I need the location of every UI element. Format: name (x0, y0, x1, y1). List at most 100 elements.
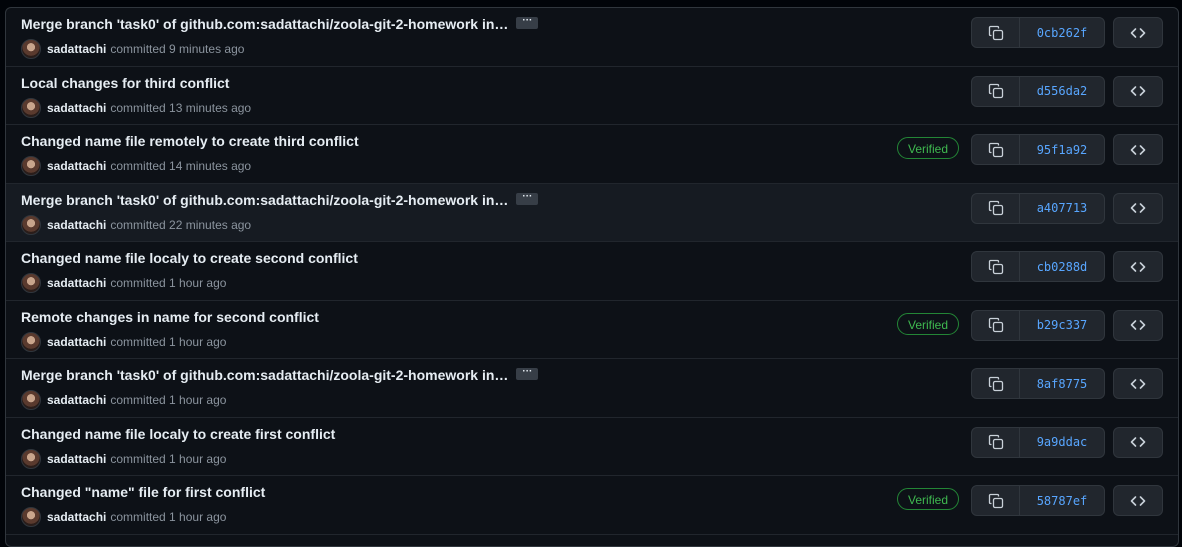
copy-sha-button[interactable] (972, 252, 1020, 281)
copy-icon (988, 200, 1004, 216)
copy-icon (988, 259, 1004, 275)
sha-button-group: cb0288d (971, 251, 1105, 282)
copy-sha-button[interactable] (972, 18, 1020, 47)
commit-title[interactable]: Changed "name" file for first conflict (21, 484, 265, 500)
commit-author[interactable]: sadattachi (47, 218, 106, 232)
copy-sha-button[interactable] (972, 76, 1020, 106)
browse-repo-button[interactable] (1113, 368, 1163, 399)
commit-author[interactable]: sadattachi (47, 452, 106, 466)
commit-row: Local changes for third conflict sadatta… (6, 67, 1178, 125)
copy-sha-button[interactable] (972, 369, 1020, 398)
commit-sha-link[interactable]: 95f1a92 (1020, 135, 1104, 164)
commit-meta: sadattachi committed 14 minutes ago (21, 156, 251, 176)
code-icon (1130, 317, 1146, 333)
commit-author[interactable]: sadattachi (47, 510, 106, 524)
expand-message-button[interactable]: ··· (516, 16, 539, 30)
commit-title-text[interactable]: Merge branch 'task0' of github.com:sadat… (21, 16, 508, 32)
commit-sha-link[interactable]: cb0288d (1020, 252, 1104, 281)
copy-sha-button[interactable] (972, 193, 1020, 223)
copy-sha-button[interactable] (972, 486, 1020, 515)
commit-row: Merge branch 'task0' of github.com:sadat… (6, 359, 1178, 418)
commit-title[interactable]: Merge branch 'task0' of github.com:sadat… (21, 16, 539, 32)
copy-sha-button[interactable] (972, 427, 1020, 457)
commit-meta: sadattachi committed 1 hour ago (21, 448, 226, 469)
browse-repo-button[interactable] (1113, 192, 1163, 224)
sha-button-group: d556da2 (971, 75, 1105, 107)
expand-message-button[interactable]: ··· (516, 367, 539, 381)
commit-title[interactable]: Merge branch 'task0' of github.com:sadat… (21, 191, 539, 208)
commit-sha-link[interactable]: 58787ef (1020, 486, 1104, 515)
commit-title-text[interactable]: Changed name file localy to create first… (21, 426, 335, 442)
commit-author[interactable]: sadattachi (47, 276, 106, 290)
code-icon (1130, 25, 1146, 41)
commit-meta: sadattachi committed 1 hour ago (21, 507, 226, 527)
avatar[interactable] (21, 39, 41, 59)
commit-title-text[interactable]: Merge branch 'task0' of github.com:sadat… (21, 367, 508, 383)
commit-sha-link[interactable]: d556da2 (1020, 77, 1104, 106)
commit-title-text[interactable]: Changed "name" file for first conflict (21, 484, 265, 500)
commit-list: Merge branch 'task0' of github.com:sadat… (5, 7, 1179, 547)
commit-title-text[interactable]: Changed name file localy to create secon… (21, 250, 358, 266)
copy-icon (988, 83, 1004, 99)
code-icon (1130, 142, 1146, 158)
commit-title-text[interactable]: Local changes for third conflict (21, 75, 229, 91)
verified-badge[interactable]: Verified (897, 488, 960, 510)
commit-time: committed 1 hour ago (110, 393, 227, 407)
commit-row: Merge branch 'task0' of github.com:sadat… (6, 183, 1178, 242)
code-icon (1130, 376, 1146, 392)
commit-author[interactable]: sadattachi (47, 101, 106, 115)
expand-message-button[interactable]: ··· (516, 191, 539, 205)
sha-button-group: b29c337 (971, 309, 1105, 341)
commit-title[interactable]: Changed name file remotely to create thi… (21, 133, 359, 149)
avatar[interactable] (21, 448, 41, 469)
browse-repo-button[interactable] (1113, 485, 1163, 516)
copy-sha-button[interactable] (972, 310, 1020, 340)
commit-author[interactable]: sadattachi (47, 159, 106, 173)
commit-title[interactable]: Changed name file localy to create secon… (21, 250, 358, 266)
commit-title-text[interactable]: Merge branch 'task0' of github.com:sadat… (21, 192, 508, 208)
browse-repo-button[interactable] (1113, 75, 1163, 107)
commit-meta: sadattachi committed 1 hour ago (21, 331, 226, 352)
commit-sha-link[interactable]: b29c337 (1020, 311, 1104, 340)
commit-author[interactable]: sadattachi (47, 335, 106, 349)
commit-meta: sadattachi committed 1 hour ago (21, 390, 226, 410)
copy-icon (988, 376, 1004, 392)
copy-sha-button[interactable] (972, 135, 1020, 164)
verified-badge[interactable]: Verified (897, 312, 960, 335)
verified-badge[interactable]: Verified (897, 137, 960, 159)
browse-repo-button[interactable] (1113, 309, 1163, 341)
commit-row: Changed name file localy to create secon… (6, 242, 1178, 301)
avatar[interactable] (21, 273, 41, 293)
commit-title[interactable]: Remote changes in name for second confli… (21, 309, 319, 325)
browse-repo-button[interactable] (1113, 251, 1163, 282)
code-icon (1130, 259, 1146, 275)
commit-title-text[interactable]: Changed name file remotely to create thi… (21, 133, 359, 149)
avatar[interactable] (21, 507, 41, 527)
commit-meta: sadattachi committed 13 minutes ago (21, 97, 251, 118)
browse-repo-button[interactable] (1113, 134, 1163, 165)
avatar[interactable] (21, 214, 41, 235)
commit-title[interactable]: Changed name file localy to create first… (21, 426, 335, 442)
code-icon (1130, 83, 1146, 99)
commit-sha-link[interactable]: 8af8775 (1020, 369, 1104, 398)
commit-title-text[interactable]: Remote changes in name for second confli… (21, 309, 319, 325)
browse-repo-button[interactable] (1113, 17, 1163, 48)
commit-sha-link[interactable]: 0cb262f (1020, 18, 1104, 47)
commit-row: Merge branch 'task0' of github.com:sadat… (6, 8, 1178, 67)
commit-row: Changed name file remotely to create thi… (6, 125, 1178, 184)
avatar[interactable] (21, 156, 41, 176)
commit-sha-link[interactable]: 9a9ddac (1020, 428, 1104, 457)
commit-title[interactable]: Local changes for third conflict (21, 75, 229, 91)
avatar[interactable] (21, 331, 41, 352)
commit-time: committed 1 hour ago (110, 510, 227, 524)
commit-author[interactable]: sadattachi (47, 393, 106, 407)
avatar[interactable] (21, 390, 41, 410)
copy-icon (988, 142, 1004, 158)
avatar[interactable] (21, 97, 41, 118)
commit-sha-link[interactable]: a407713 (1020, 194, 1104, 223)
code-icon (1130, 493, 1146, 509)
commit-row: Remote changes in name for second confli… (6, 301, 1178, 359)
commit-author[interactable]: sadattachi (47, 42, 106, 56)
browse-repo-button[interactable] (1113, 426, 1163, 458)
commit-title[interactable]: Merge branch 'task0' of github.com:sadat… (21, 367, 539, 383)
